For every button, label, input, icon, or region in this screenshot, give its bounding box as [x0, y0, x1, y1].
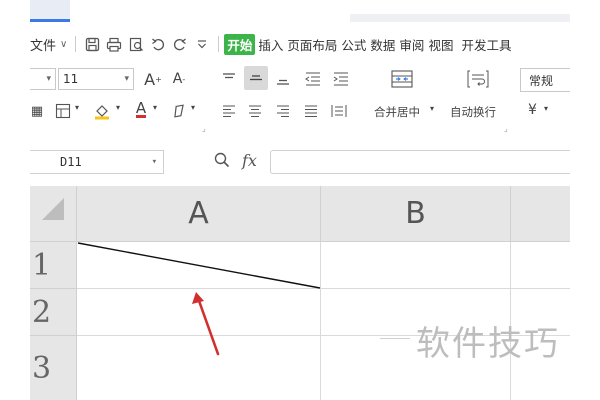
currency-format-button[interactable]: ¥: [528, 102, 537, 118]
increase-font-size-icon[interactable]: A +: [142, 68, 164, 90]
file-menu[interactable]: 文件 ∨: [30, 35, 67, 54]
file-menu-label: 文件: [30, 38, 57, 54]
fill-color-icon[interactable]: [90, 100, 114, 122]
row-header-1[interactable]: 1: [30, 242, 77, 289]
column-header-c[interactable]: [511, 186, 570, 242]
clear-format-icon[interactable]: [168, 100, 190, 122]
formula-bar: D11 ▾ fx: [30, 146, 570, 178]
tab-page-layout[interactable]: 页面布局: [286, 35, 338, 54]
chevron-down-icon: ▾: [191, 103, 196, 112]
wrap-text-label[interactable]: 自动换行: [450, 104, 496, 120]
alignment-group-launcher-icon[interactable]: ⌟: [504, 124, 508, 133]
cell-a2[interactable]: [77, 289, 321, 336]
select-all-triangle: [42, 198, 64, 220]
number-format-value: 常规: [529, 73, 554, 88]
font-size-dropdown[interactable]: 11 ▾: [58, 68, 134, 90]
align-bottom-icon[interactable]: [272, 68, 294, 90]
tab-formulas[interactable]: 公式: [340, 35, 367, 54]
tab-insert[interactable]: 插入: [257, 35, 284, 54]
font-size-value: 11: [63, 72, 79, 86]
chevron-down-icon: ▾: [151, 157, 157, 167]
cell-style-icon[interactable]: [52, 100, 74, 122]
column-header-a[interactable]: A: [77, 186, 321, 242]
redo-icon[interactable]: [169, 33, 191, 55]
justify-icon[interactable]: [300, 100, 322, 122]
distributed-align-icon[interactable]: [328, 100, 350, 122]
row-header-2[interactable]: 2: [30, 289, 77, 336]
print-icon[interactable]: [103, 33, 125, 55]
chevron-down-icon: ▾: [430, 104, 435, 113]
decrease-indent-icon[interactable]: [302, 68, 324, 90]
wrap-text-icon[interactable]: [464, 68, 492, 90]
title-bar-region: [350, 14, 570, 22]
chevron-down-icon: ▾: [544, 104, 549, 113]
column-header-b[interactable]: B: [321, 186, 511, 242]
tab-data[interactable]: 数据: [369, 35, 396, 54]
menu-divider: [218, 36, 220, 52]
border-icon[interactable]: ▦: [30, 100, 48, 122]
print-preview-icon[interactable]: [125, 33, 147, 55]
search-icon[interactable]: [214, 152, 230, 172]
customize-icon[interactable]: [191, 33, 213, 55]
tab-developer[interactable]: 开发工具: [460, 35, 512, 54]
save-icon[interactable]: [81, 33, 103, 55]
merge-center-label[interactable]: 合并居中: [374, 104, 420, 120]
increase-indent-icon[interactable]: [330, 68, 352, 90]
spreadsheet-app: 文件 ∨ 开始 插入 页面布局 公式 数据 审阅 视图 开发工具 ▾ 11 ▾ …: [30, 0, 570, 400]
chevron-down-icon: ▾: [124, 74, 129, 84]
number-format-dropdown[interactable]: 常规: [520, 68, 570, 92]
font-name-dropdown[interactable]: ▾: [30, 68, 56, 90]
window-tab-strip: [30, 0, 70, 22]
watermark: 软件技巧: [380, 316, 560, 365]
insert-function-icon[interactable]: fx: [242, 151, 257, 170]
menu-bar: 文件 ∨ 开始 插入 页面布局 公式 数据 审阅 视图 开发工具: [30, 30, 570, 58]
align-top-icon[interactable]: [218, 68, 240, 90]
font-group-launcher-icon[interactable]: ⌟: [202, 124, 206, 133]
cell-a1[interactable]: [77, 242, 321, 289]
cell-b1[interactable]: [321, 242, 511, 289]
undo-icon[interactable]: [147, 33, 169, 55]
name-box[interactable]: D11 ▾: [30, 150, 164, 174]
cell-reference: D11: [60, 155, 82, 169]
font-color-icon[interactable]: A: [130, 98, 152, 120]
chevron-down-icon: ▾: [75, 103, 80, 112]
worksheet-grid: A B 1 2 3 软件技巧: [30, 186, 570, 400]
cell-c1[interactable]: [511, 242, 570, 289]
align-middle-icon[interactable]: [244, 66, 268, 90]
chevron-down-icon: ▾: [46, 74, 51, 84]
align-left-icon[interactable]: [218, 100, 240, 122]
align-right-icon[interactable]: [272, 100, 294, 122]
row-header-3[interactable]: 3: [30, 336, 77, 400]
cell-a3[interactable]: [77, 336, 321, 400]
tab-home[interactable]: 开始: [224, 33, 256, 55]
merge-center-icon[interactable]: [388, 68, 416, 90]
tab-review[interactable]: 审阅: [398, 35, 425, 54]
decrease-font-size-icon[interactable]: A-: [168, 68, 190, 90]
formula-input[interactable]: [270, 150, 570, 174]
chevron-down-icon: ▾: [116, 103, 121, 112]
tab-view[interactable]: 视图: [427, 35, 454, 54]
menu-divider: [75, 36, 77, 52]
select-all-corner[interactable]: [30, 186, 77, 242]
chevron-down-icon: ∨: [60, 38, 68, 50]
chevron-down-icon: ▾: [153, 103, 158, 112]
align-center-icon[interactable]: [244, 100, 266, 122]
ribbon-home: ▾ 11 ▾ A + A- ▦ ▾ ▾ A ▾ ▾ ⌟ 合并居中 ▾ 自动换行 …: [30, 62, 570, 136]
